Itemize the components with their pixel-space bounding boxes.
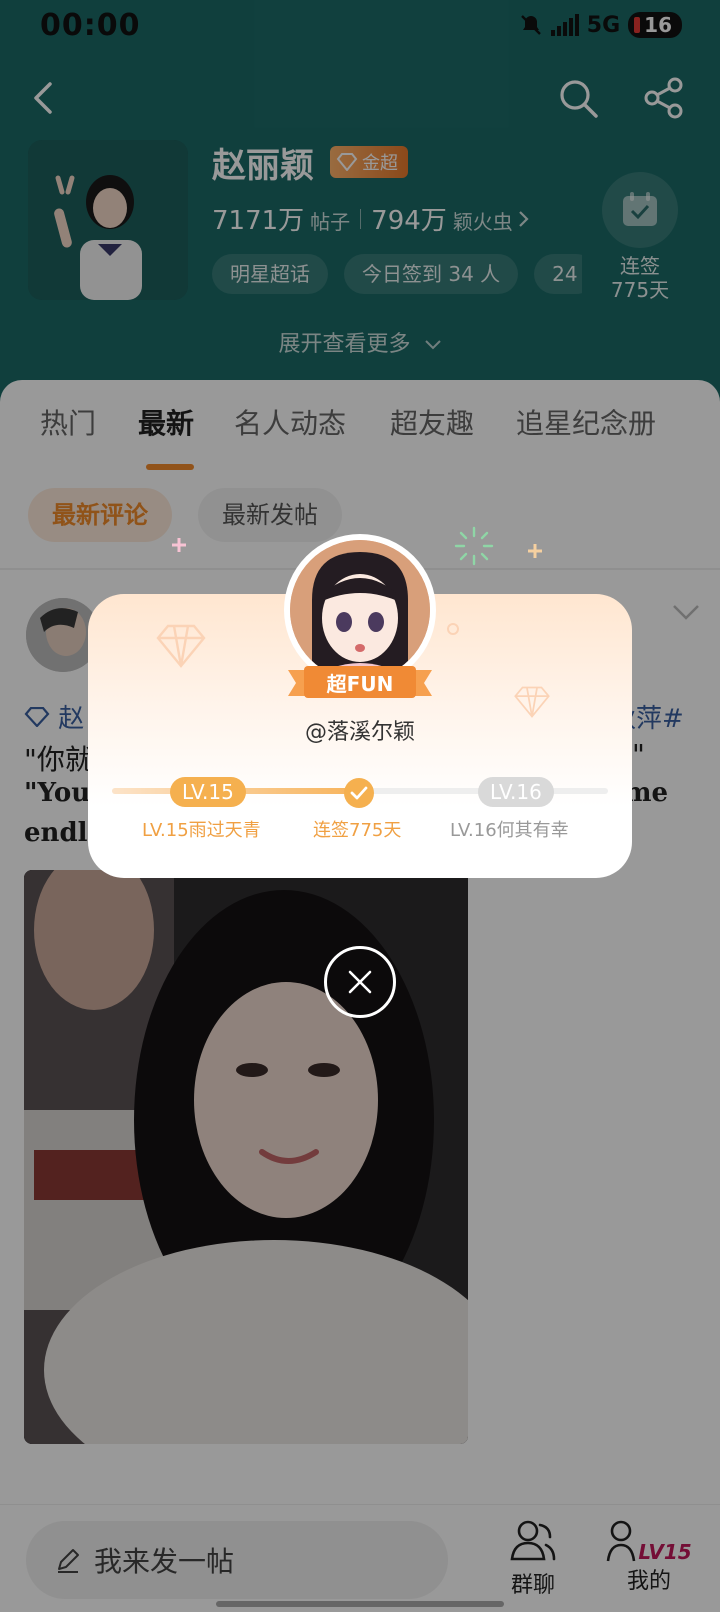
sparkle-icon: [528, 544, 542, 558]
fun-badge: 超FUN: [326, 672, 394, 696]
next-level-pill: LV.16: [478, 777, 554, 807]
circle-decoration-icon: [447, 623, 459, 635]
close-icon: [348, 970, 372, 994]
sparkle-burst-icon: [454, 526, 494, 566]
checkin-days-caption: 连签775天: [313, 820, 402, 841]
close-popup-button[interactable]: [324, 946, 396, 1018]
checkin-progress-dot: [344, 778, 374, 808]
diamond-decoration-icon: [156, 624, 206, 668]
sparkle-icon: [172, 538, 186, 552]
next-level-caption: LV.16何其有幸: [450, 820, 569, 841]
current-level-pill: LV.15: [170, 777, 246, 807]
popup-username: @落溪尔颖: [304, 720, 415, 745]
popup-avatar-image: [290, 540, 430, 680]
check-icon: [350, 786, 368, 800]
current-level-caption: LV.15雨过天青: [142, 820, 261, 841]
